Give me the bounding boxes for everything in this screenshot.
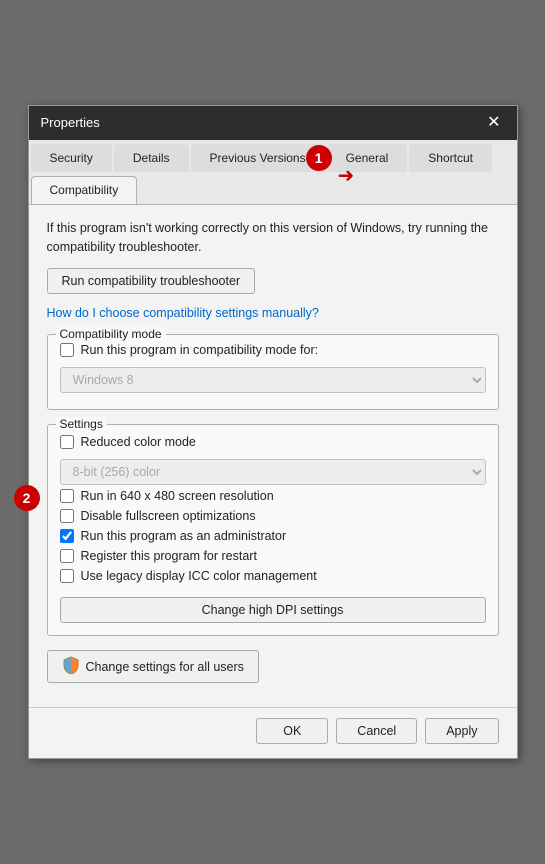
tab-details[interactable]: Details: [114, 144, 189, 172]
change-all-users-button[interactable]: Change settings for all users: [47, 650, 259, 683]
disable-fullscreen-label: Disable fullscreen optimizations: [81, 509, 256, 523]
shield-icon: [62, 656, 80, 677]
compatibility-mode-label: Compatibility mode: [56, 327, 166, 341]
close-button[interactable]: ✕: [483, 113, 504, 133]
register-restart-label: Register this program for restart: [81, 549, 257, 563]
legacy-icc-row: Use legacy display ICC color management: [60, 569, 486, 583]
disable-fullscreen-row: Disable fullscreen optimizations: [60, 509, 486, 523]
compat-mode-checkbox-label: Run this program in compatibility mode f…: [81, 343, 319, 357]
tab-compatibility[interactable]: Compatibility: [31, 176, 138, 204]
color-mode-dropdown[interactable]: 8-bit (256) color: [60, 459, 486, 485]
titlebar: Properties ✕: [29, 106, 517, 140]
annotation-arrow-1: ➜: [338, 163, 355, 188]
content-area: If this program isn't working correctly …: [29, 205, 517, 708]
run-troubleshooter-button[interactable]: Run compatibility troubleshooter: [47, 268, 256, 294]
cancel-button[interactable]: Cancel: [336, 718, 417, 744]
annotation-2: 2: [14, 485, 40, 511]
run-as-admin-row: Run this program as an administrator: [60, 529, 486, 543]
settings-group: Settings Reduced color mode 8-bit (256) …: [47, 424, 499, 636]
compat-mode-dropdown[interactable]: Windows 8: [60, 367, 486, 393]
annotation-1: 1: [306, 145, 332, 171]
change-all-users-label: Change settings for all users: [86, 660, 244, 674]
compat-mode-checkbox[interactable]: [60, 343, 74, 357]
compatibility-mode-group: Compatibility mode Run this program in c…: [47, 334, 499, 410]
tab-shortcut[interactable]: Shortcut: [409, 144, 492, 172]
disable-fullscreen-checkbox[interactable]: [60, 509, 74, 523]
apply-button[interactable]: Apply: [425, 718, 498, 744]
ok-button[interactable]: OK: [256, 718, 328, 744]
description-text: If this program isn't working correctly …: [47, 219, 499, 257]
properties-dialog: Properties ✕ Security Details Previous V…: [28, 105, 518, 760]
tab-previous-versions[interactable]: Previous Versions: [191, 144, 325, 172]
reduced-color-row: Reduced color mode: [60, 435, 486, 449]
dialog-title: Properties: [41, 115, 100, 130]
reduced-color-checkbox[interactable]: [60, 435, 74, 449]
high-dpi-button[interactable]: Change high DPI settings: [60, 597, 486, 623]
run-as-admin-label: Run this program as an administrator: [81, 529, 287, 543]
compat-mode-checkbox-row: Run this program in compatibility mode f…: [60, 343, 486, 357]
help-link[interactable]: How do I choose compatibility settings m…: [47, 306, 319, 320]
tabs-container: Security Details Previous Versions Gener…: [29, 140, 517, 205]
settings-group-label: Settings: [56, 417, 107, 431]
register-restart-checkbox[interactable]: [60, 549, 74, 563]
legacy-icc-label: Use legacy display ICC color management: [81, 569, 317, 583]
reduced-color-label: Reduced color mode: [81, 435, 196, 449]
run-as-admin-checkbox[interactable]: [60, 529, 74, 543]
register-restart-row: Register this program for restart: [60, 549, 486, 563]
640x480-row: Run in 640 x 480 screen resolution: [60, 489, 486, 503]
footer-buttons: OK Cancel Apply: [29, 707, 517, 758]
640x480-checkbox[interactable]: [60, 489, 74, 503]
legacy-icc-checkbox[interactable]: [60, 569, 74, 583]
640x480-label: Run in 640 x 480 screen resolution: [81, 489, 274, 503]
tab-security[interactable]: Security: [31, 144, 112, 172]
